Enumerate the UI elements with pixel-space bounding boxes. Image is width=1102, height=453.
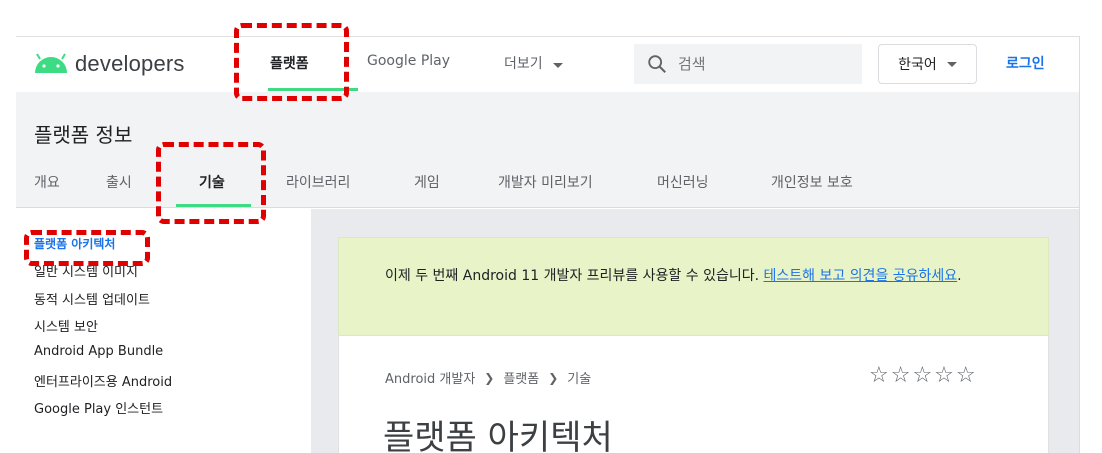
- breadcrumb-item[interactable]: 플랫폼: [503, 368, 539, 387]
- android-logo-icon: [35, 53, 67, 73]
- search-input[interactable]: [678, 55, 838, 73]
- banner-suffix: .: [957, 268, 962, 284]
- subtab-games[interactable]: 게임: [414, 172, 440, 192]
- search-box[interactable]: [634, 44, 862, 84]
- highlight-platform-architecture: [24, 230, 150, 266]
- sidebar-item-app-bundle[interactable]: Android App Bundle: [34, 344, 163, 359]
- announcement-banner: 이제 두 번째 Android 11 개발자 프리뷰를 사용할 수 있습니다. …: [338, 237, 1049, 336]
- subtab-machine-learning[interactable]: 머신러닝: [657, 172, 709, 192]
- subtab-developer-preview[interactable]: 개발자 미리보기: [498, 172, 593, 192]
- article-card: Android 개발자 ❯ 플랫폼 ❯ 기술 ☆☆☆☆☆ 플랫폼 아키텍처: [338, 336, 1049, 453]
- chevron-down-icon: [946, 61, 957, 67]
- subtab-overview[interactable]: 개요: [34, 172, 60, 192]
- tab-more[interactable]: 더보기: [504, 53, 563, 73]
- chevron-right-icon: ❯: [548, 370, 559, 385]
- section-title: 플랫폼 정보: [34, 123, 133, 147]
- login-link[interactable]: 로그인: [1006, 53, 1045, 73]
- subtab-releases[interactable]: 출시: [106, 172, 132, 192]
- top-header: developers 플랫폼 Google Play 더보기 한국어 로그인: [16, 36, 1079, 92]
- highlight-platform-tab: [234, 23, 349, 101]
- search-icon: [648, 55, 666, 73]
- subtab-privacy[interactable]: 개인정보 보호: [771, 172, 853, 192]
- banner-link[interactable]: 테스트해 보고 의견을 공유하세요: [764, 268, 958, 284]
- highlight-technology-tab: [156, 142, 266, 224]
- breadcrumb: Android 개발자 ❯ 플랫폼 ❯ 기술: [385, 368, 591, 388]
- banner-text: 이제 두 번째 Android 11 개발자 프리뷰를 사용할 수 있습니다. …: [385, 262, 1005, 290]
- chevron-down-icon: [552, 63, 563, 68]
- developers-logo[interactable]: developers: [32, 51, 185, 77]
- logo-text: developers: [75, 51, 185, 76]
- sidebar-item-system-security[interactable]: 시스템 보안: [34, 316, 98, 335]
- breadcrumb-item[interactable]: Android 개발자: [385, 368, 475, 387]
- language-label: 한국어: [898, 57, 937, 73]
- banner-message: 이제 두 번째 Android 11 개발자 프리뷰를 사용할 수 있습니다.: [385, 268, 764, 284]
- page-edge-divider: [1079, 36, 1080, 453]
- breadcrumb-item[interactable]: 기술: [567, 368, 591, 387]
- tab-google-play[interactable]: Google Play: [367, 53, 450, 69]
- chevron-right-icon: ❯: [484, 370, 495, 385]
- rating-stars[interactable]: ☆☆☆☆☆: [869, 363, 978, 388]
- sidebar-item-instant[interactable]: Google Play 인스턴트: [34, 398, 163, 417]
- sidebar-item-dynamic-system-updates[interactable]: 동적 시스템 업데이트: [34, 289, 150, 308]
- language-select[interactable]: 한국어: [878, 44, 977, 84]
- sidebar-item-enterprise[interactable]: 엔터프라이즈용 Android: [34, 371, 172, 390]
- page-title: 플랫폼 아키텍처: [383, 418, 613, 453]
- subtab-libraries[interactable]: 라이브러리: [286, 172, 350, 192]
- tab-more-label: 더보기: [504, 56, 543, 72]
